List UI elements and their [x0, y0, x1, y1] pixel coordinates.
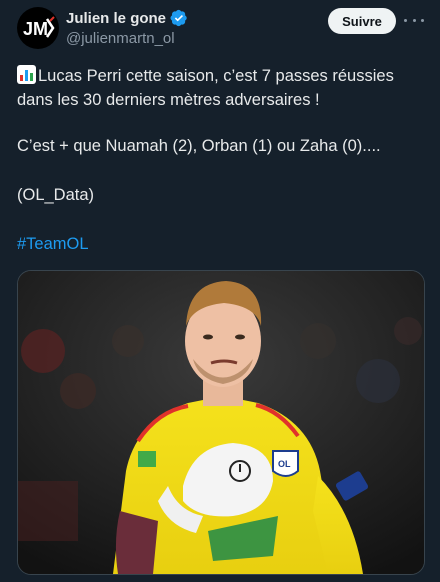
verified-badge-icon	[170, 9, 187, 27]
tweet-line-2: dans les 30 derniers mètres adversaires …	[17, 91, 320, 109]
avatar-logo-icon: JM	[23, 16, 55, 39]
tweet-text: Lucas Perri cette saison, c’est 7 passes…	[17, 64, 427, 112]
hashtag-link[interactable]: #TeamOL	[17, 235, 89, 254]
tweet-line-3: C’est + que Nuamah (2), Orban (1) ou Zah…	[17, 137, 381, 155]
author-avatar[interactable]: JM	[17, 7, 59, 49]
tweet-line-1: Lucas Perri cette saison, c’est 7 passes…	[38, 67, 394, 85]
svg-text:OL: OL	[278, 459, 291, 469]
goalkeeper-photo: OL	[18, 271, 424, 574]
more-horizontal-icon[interactable]	[404, 14, 424, 26]
tweet-header: JM Julien le gone @julienmartn_ol Suivre	[0, 0, 440, 60]
follow-button[interactable]: Suivre	[328, 8, 396, 34]
tweet-line-4: (OL_Data)	[17, 186, 95, 204]
author-name[interactable]: Julien le gone	[66, 10, 166, 27]
author-handle[interactable]: @julienmartn_ol	[66, 30, 175, 47]
tweet-image[interactable]: OL	[17, 270, 425, 575]
bar-chart-icon	[17, 65, 36, 84]
avatar-text: JM	[23, 19, 48, 39]
